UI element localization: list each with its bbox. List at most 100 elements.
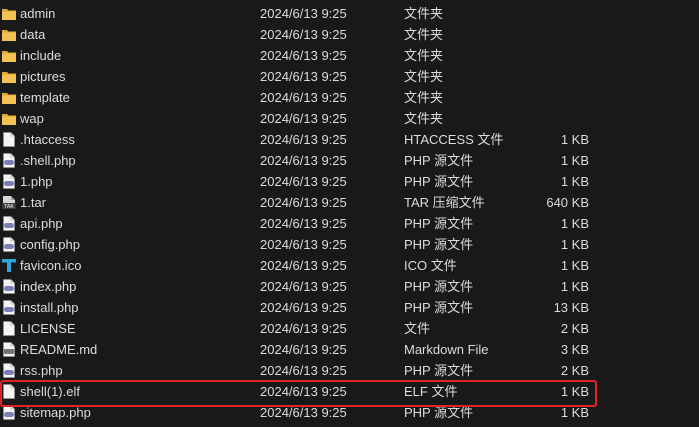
file-row[interactable]: admin 2024/6/13 9:25 文件夹 <box>0 3 699 24</box>
file-row[interactable]: template 2024/6/13 9:25 文件夹 <box>0 87 699 108</box>
file-date: 2024/6/13 9:25 <box>260 342 347 357</box>
file-date: 2024/6/13 9:25 <box>260 363 347 378</box>
file-type: 文件夹 <box>404 6 444 21</box>
file-size: 13 KB <box>553 300 589 315</box>
file-row[interactable]: index.php 2024/6/13 9:25 PHP 源文件 1 KB <box>0 276 699 297</box>
file-name: install.php <box>20 300 79 315</box>
file-date: 2024/6/13 9:25 <box>260 174 347 189</box>
folder-icon <box>2 27 16 42</box>
file-date: 2024/6/13 9:25 <box>260 258 347 273</box>
php-file-icon <box>2 153 16 168</box>
file-row[interactable]: rss.php 2024/6/13 9:25 PHP 源文件 2 KB <box>0 360 699 381</box>
file-name: data <box>20 27 46 42</box>
file-type: PHP 源文件 <box>404 216 474 231</box>
file-name: index.php <box>20 279 77 294</box>
file-type: ICO 文件 <box>404 258 457 273</box>
file-row[interactable]: 1.php 2024/6/13 9:25 PHP 源文件 1 KB <box>0 171 699 192</box>
file-row[interactable]: api.php 2024/6/13 9:25 PHP 源文件 1 KB <box>0 213 699 234</box>
file-size: 1 KB <box>560 405 589 420</box>
file-date: 2024/6/13 9:25 <box>260 321 347 336</box>
file-row[interactable]: config.php 2024/6/13 9:25 PHP 源文件 1 KB <box>0 234 699 255</box>
file-date: 2024/6/13 9:25 <box>260 153 347 168</box>
file-name: LICENSE <box>20 321 76 336</box>
file-row[interactable]: wap 2024/6/13 9:25 文件夹 <box>0 108 699 129</box>
file-name: pictures <box>20 69 66 84</box>
file-date: 2024/6/13 9:25 <box>260 111 347 126</box>
php-file-icon <box>2 405 16 420</box>
file-size: 1 KB <box>560 216 589 231</box>
file-size: 1 KB <box>560 153 589 168</box>
file-row[interactable]: .shell.php 2024/6/13 9:25 PHP 源文件 1 KB <box>0 150 699 171</box>
file-size: 1 KB <box>560 258 589 273</box>
file-type: 文件夹 <box>404 48 444 63</box>
file-row[interactable]: data 2024/6/13 9:25 文件夹 <box>0 24 699 45</box>
file-date: 2024/6/13 9:25 <box>260 279 347 294</box>
file-name: 1.tar <box>20 195 47 210</box>
file-row[interactable]: README.md 2024/6/13 9:25 Markdown File 3 KB <box>0 339 699 360</box>
file-name: sitemap.php <box>20 405 91 420</box>
file-type: PHP 源文件 <box>404 153 474 168</box>
file-row[interactable]: install.php 2024/6/13 9:25 PHP 源文件 13 KB <box>0 297 699 318</box>
folder-icon <box>2 48 16 63</box>
file-date: 2024/6/13 9:25 <box>260 48 347 63</box>
file-name: template <box>20 90 70 105</box>
file-size: 2 KB <box>560 363 589 378</box>
file-name: README.md <box>20 342 98 357</box>
file-type: Markdown File <box>404 342 489 357</box>
file-type: 文件夹 <box>404 69 444 84</box>
file-type: PHP 源文件 <box>404 363 474 378</box>
file-row[interactable]: LICENSE 2024/6/13 9:25 文件 2 KB <box>0 318 699 339</box>
file-name: config.php <box>20 237 80 252</box>
file-date: 2024/6/13 9:25 <box>260 69 347 84</box>
ico-file-icon <box>2 258 16 273</box>
file-row[interactable]: include 2024/6/13 9:25 文件夹 <box>0 45 699 66</box>
file-name: 1.php <box>20 174 53 189</box>
file-date: 2024/6/13 9:25 <box>260 6 347 21</box>
file-date: 2024/6/13 9:25 <box>260 195 347 210</box>
file-size: 1 KB <box>560 384 589 399</box>
file-row[interactable]: .htaccess 2024/6/13 9:25 HTACCESS 文件 1 KB <box>0 129 699 150</box>
file-row[interactable]: shell(1).elf 2024/6/13 9:25 ELF 文件 1 KB <box>0 381 699 402</box>
folder-icon <box>2 6 16 21</box>
file-row[interactable]: TAR 1.tar 2024/6/13 9:25 TAR 压缩文件 640 KB <box>0 192 699 213</box>
file-date: 2024/6/13 9:25 <box>260 27 347 42</box>
php-file-icon <box>2 174 16 189</box>
file-size: 640 KB <box>546 195 589 210</box>
file-name: include <box>20 48 62 63</box>
file-type: PHP 源文件 <box>404 405 474 420</box>
php-file-icon <box>2 300 16 315</box>
file-name: .htaccess <box>20 132 75 147</box>
file-row[interactable]: sitemap.php 2024/6/13 9:25 PHP 源文件 1 KB <box>0 402 699 423</box>
folder-icon <box>2 90 16 105</box>
file-type: 文件夹 <box>404 90 444 105</box>
file-row[interactable]: favicon.ico 2024/6/13 9:25 ICO 文件 1 KB <box>0 255 699 276</box>
file-date: 2024/6/13 9:25 <box>260 237 347 252</box>
file-date: 2024/6/13 9:25 <box>260 384 347 399</box>
file-name: rss.php <box>20 363 63 378</box>
folder-icon <box>2 69 16 84</box>
file-date: 2024/6/13 9:25 <box>260 216 347 231</box>
file-name: api.php <box>20 216 63 231</box>
file-type: PHP 源文件 <box>404 174 474 189</box>
markdown-file-icon <box>2 342 16 357</box>
file-name: wap <box>20 111 44 126</box>
file-row[interactable]: pictures 2024/6/13 9:25 文件夹 <box>0 66 699 87</box>
file-size: 1 KB <box>560 279 589 294</box>
file-type: 文件夹 <box>404 27 444 42</box>
file-type: ELF 文件 <box>404 384 458 399</box>
tar-archive-icon: TAR <box>2 195 16 210</box>
file-size: 3 KB <box>560 342 589 357</box>
file-type: 文件夹 <box>404 111 444 126</box>
file-name: favicon.ico <box>20 258 82 273</box>
file-size: 1 KB <box>560 237 589 252</box>
file-type: PHP 源文件 <box>404 300 474 315</box>
file-icon <box>2 384 16 399</box>
file-name: admin <box>20 6 56 21</box>
file-type: PHP 源文件 <box>404 279 474 294</box>
file-date: 2024/6/13 9:25 <box>260 405 347 420</box>
file-type: TAR 压缩文件 <box>404 195 485 210</box>
php-file-icon <box>2 237 16 252</box>
folder-icon <box>2 111 16 126</box>
file-date: 2024/6/13 9:25 <box>260 300 347 315</box>
file-size: 1 KB <box>560 174 589 189</box>
